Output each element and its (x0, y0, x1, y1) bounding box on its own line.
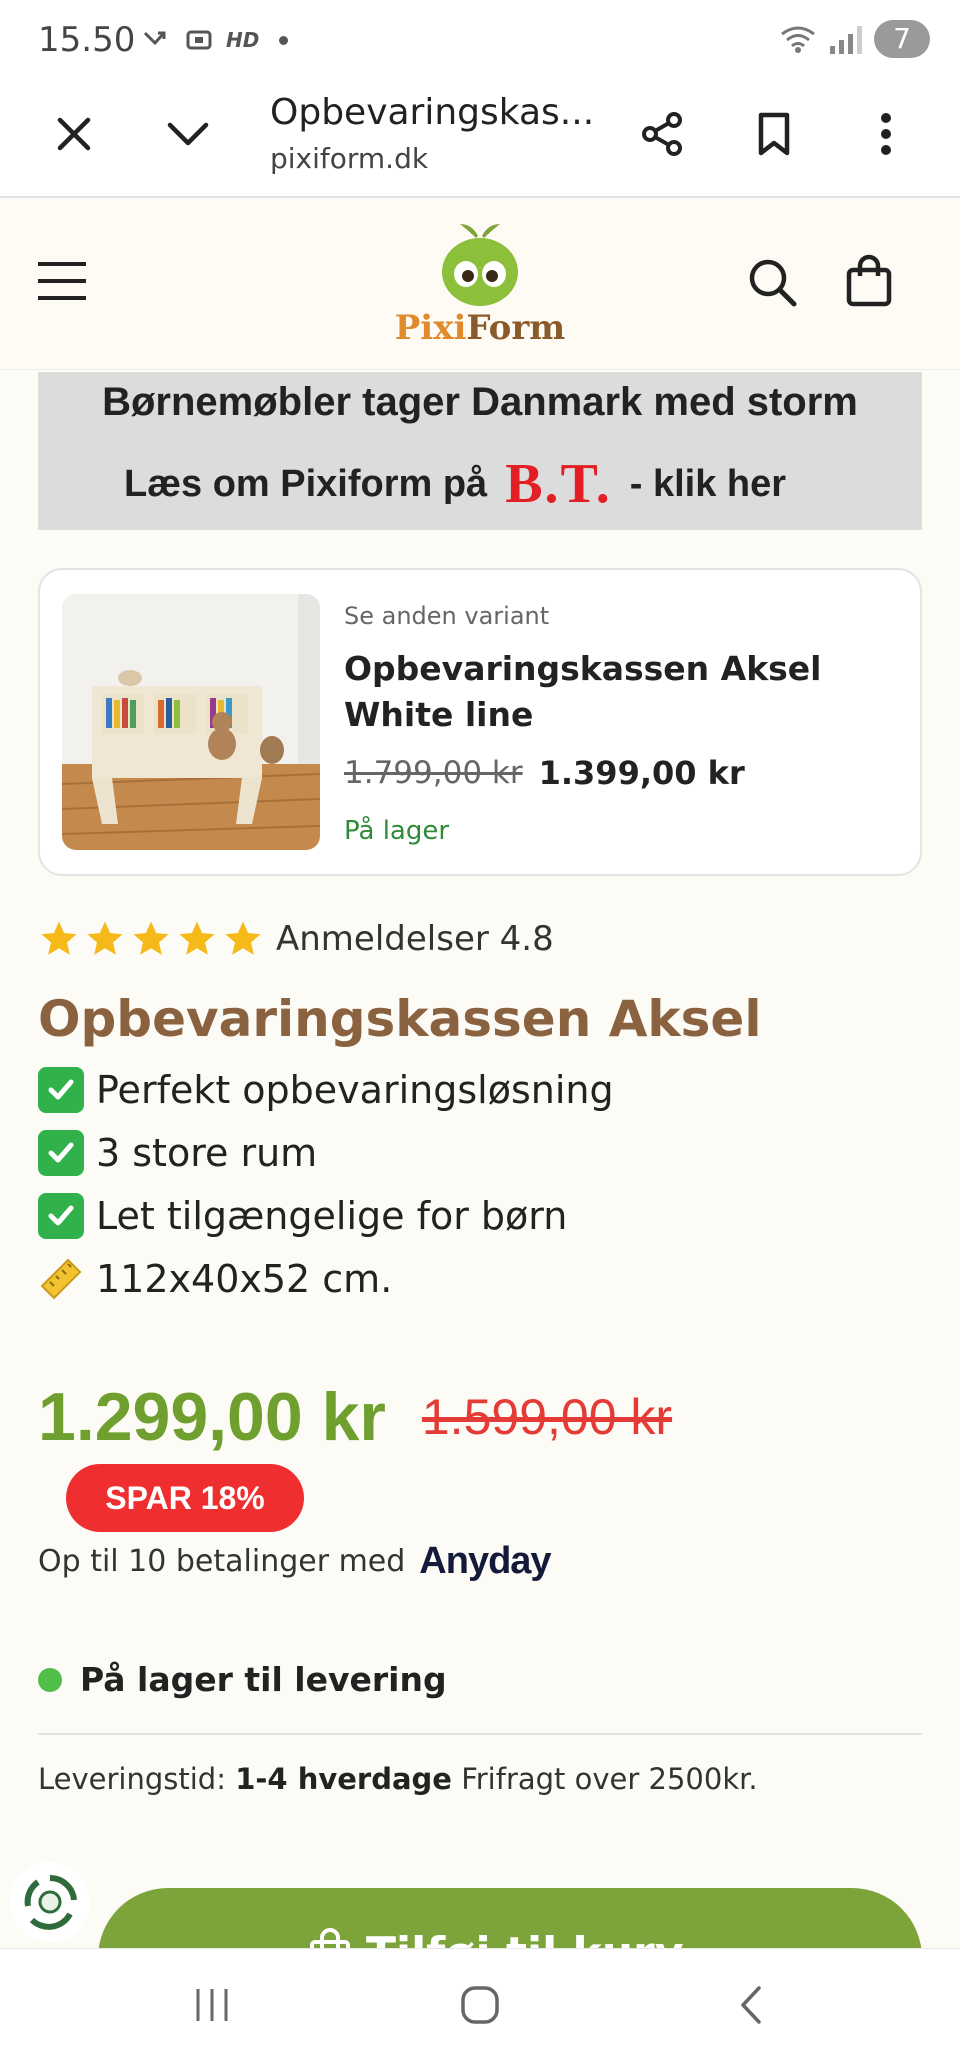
delivery-note: Frifragt over 2500kr. (461, 1762, 758, 1796)
bt-logo: B.T. (505, 453, 612, 515)
delivery-label: Leveringstid: (38, 1762, 226, 1796)
recent-apps-icon (196, 1989, 228, 2021)
banner-suffix: - klik her (629, 462, 787, 505)
home-icon (461, 1986, 499, 2024)
variant-name[interactable]: Opbevaringskassen Aksel White line (344, 646, 904, 738)
feature-list: Perfekt opbevaringsløsning 3 store rum L… (38, 1058, 614, 1310)
back-button[interactable] (720, 1979, 780, 2031)
delivery-time: 1-4 hverdage (235, 1762, 452, 1796)
star-icon (41, 921, 77, 955)
recycle-icon (24, 1874, 77, 1930)
close-icon (57, 117, 91, 151)
variant-prices: 1.799,00 kr 1.399,00 kr (344, 754, 745, 792)
delivery-info: Leveringstid: 1-4 hverdage Frifragt over… (38, 1762, 758, 1796)
chevron-down-icon (167, 122, 209, 146)
variant-old-price: 1.799,00 kr (344, 755, 523, 791)
variant-card[interactable]: Se anden variant Opbevaringskassen Aksel… (38, 568, 922, 876)
reviews-summary[interactable]: Anmeldelser 4.8 (38, 918, 554, 960)
variant-label: Se anden variant (344, 602, 550, 630)
reviews-text: Anmeldelser 4.8 (276, 919, 554, 959)
variant-new-price: 1.399,00 kr (538, 754, 745, 792)
status-icons-right: 7 (778, 20, 930, 58)
checkmark-icon (38, 1129, 84, 1176)
missed-call-icon (143, 31, 166, 46)
star-icon (87, 921, 123, 955)
product-title: Opbevaringskassen Aksel (38, 990, 762, 1048)
bookmark-icon (758, 112, 790, 156)
current-price: 1.299,00 kr (38, 1379, 386, 1455)
status-icons-left: HD (142, 26, 289, 54)
signal-icon (830, 24, 862, 54)
hd-indicator: HD (226, 28, 260, 52)
site-logo[interactable]: PixiForm (390, 218, 570, 358)
home-button[interactable] (450, 1979, 510, 2031)
status-bar: 15.50 HD 7 (0, 0, 960, 80)
checkmark-icon (38, 1192, 84, 1239)
browser-toolbar: Opbevaringskas... pixiform.dk (0, 80, 960, 198)
banner-prefix: Læs om Pixiform på (124, 462, 488, 505)
variant-image (62, 594, 320, 850)
sustainability-badge-button[interactable] (10, 1862, 90, 1942)
ruler-icon (40, 1258, 82, 1299)
divider (38, 1733, 922, 1735)
discount-badge: SPAR 18% (66, 1464, 304, 1532)
feature-item: 3 store rum (38, 1121, 614, 1184)
checkmark-icon (38, 1066, 84, 1113)
feature-item: 112x40x52 cm. (38, 1247, 614, 1310)
anyday-logo[interactable]: Anyday (419, 1540, 551, 1583)
bookmark-button[interactable] (742, 102, 806, 166)
status-time: 15.50 (38, 20, 136, 60)
feature-item: Let tilgængelige for børn (38, 1184, 614, 1247)
promo-banner[interactable]: Børnemøbler tager Danmark med storm Læs … (38, 372, 922, 530)
variant-stock-status: På lager (344, 816, 450, 846)
back-icon (741, 1986, 761, 2024)
search-button[interactable] (746, 256, 800, 310)
pixiform-mascot-icon (442, 224, 518, 306)
original-price: 1.599,00 kr (421, 1389, 673, 1445)
price-row: 1.299,00 kr 1.599,00 kr (38, 1378, 672, 1456)
notification-dot (279, 35, 289, 45)
wifi-icon (781, 26, 815, 53)
feature-text: Perfekt opbevaringsløsning (96, 1067, 614, 1112)
close-tab-button[interactable] (42, 102, 106, 166)
notification-badge: 7 (874, 20, 930, 58)
dimensions-text: 112x40x52 cm. (96, 1256, 393, 1301)
share-icon (642, 112, 682, 156)
star-icon (133, 921, 169, 955)
banner-subline: Læs om Pixiform på B.T. - klik her (124, 452, 786, 516)
feature-item: Perfekt opbevaringsløsning (38, 1058, 614, 1121)
site-header: PixiForm (0, 200, 960, 370)
minimize-button[interactable] (156, 102, 220, 166)
hamburger-icon (38, 262, 86, 300)
banner-headline: Børnemøbler tager Danmark med storm (102, 380, 858, 424)
system-nav-bar (0, 1948, 960, 2059)
feature-text: Let tilgængelige for børn (96, 1193, 568, 1238)
recent-apps-button[interactable] (182, 1979, 242, 2031)
logo-wordmark: PixiForm (394, 308, 566, 348)
page-title: Opbevaringskas... (270, 92, 595, 133)
installments-info: Op til 10 betalinger med Anyday (38, 1540, 552, 1583)
feature-text: 3 store rum (96, 1130, 318, 1175)
search-icon (749, 259, 797, 307)
stock-text: På lager til levering (80, 1660, 447, 1699)
page-url[interactable]: pixiform.dk (270, 142, 428, 175)
shopping-bag-icon (846, 254, 892, 307)
star-icon (179, 921, 215, 955)
in-stock-dot-icon (38, 1667, 62, 1692)
menu-button[interactable] (36, 260, 90, 308)
more-vert-icon (881, 113, 891, 155)
stock-status: På lager til levering (38, 1660, 447, 1699)
more-options-button[interactable] (854, 102, 918, 166)
installments-text: Op til 10 betalinger med (38, 1544, 406, 1579)
cart-button[interactable] (844, 254, 896, 310)
star-icon (225, 921, 261, 955)
screenshot-icon (186, 30, 212, 50)
share-button[interactable] (630, 102, 694, 166)
